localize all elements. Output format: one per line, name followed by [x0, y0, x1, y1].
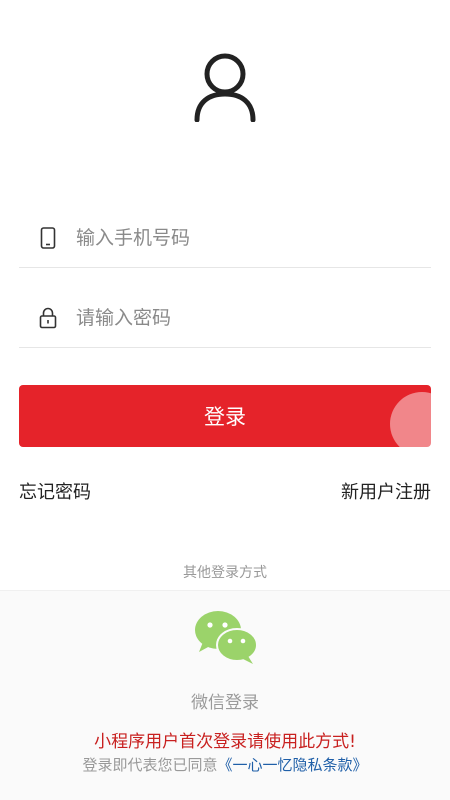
touch-ripple	[390, 392, 450, 456]
forgot-password-link[interactable]: 忘记密码	[19, 478, 91, 504]
phone-field[interactable]	[19, 208, 431, 268]
avatar-container	[0, 52, 450, 122]
user-avatar-icon	[194, 53, 256, 122]
mini-program-notice: 小程序用户首次登录请使用此方式!	[94, 732, 356, 752]
wechat-login-label[interactable]: 微信登录	[0, 688, 450, 713]
login-button[interactable]: 登录	[19, 385, 431, 447]
agreement-prefix: 登录即代表您已同意	[82, 756, 218, 774]
phone-icon	[38, 226, 58, 249]
account-links: 忘记密码 新用户注册	[19, 478, 431, 504]
password-input[interactable]	[76, 306, 396, 329]
password-field[interactable]	[19, 288, 431, 348]
other-login-title: 其他登录方式	[183, 565, 267, 581]
phone-input[interactable]	[76, 226, 396, 249]
lock-icon	[38, 307, 58, 329]
register-link[interactable]: 新用户注册	[341, 478, 431, 504]
agreement-text: 登录即代表您已同意《一心一忆隐私条款》	[0, 754, 450, 775]
wechat-icon[interactable]	[193, 608, 259, 666]
privacy-policy-link[interactable]: 《一心一忆隐私条款》	[218, 756, 368, 774]
